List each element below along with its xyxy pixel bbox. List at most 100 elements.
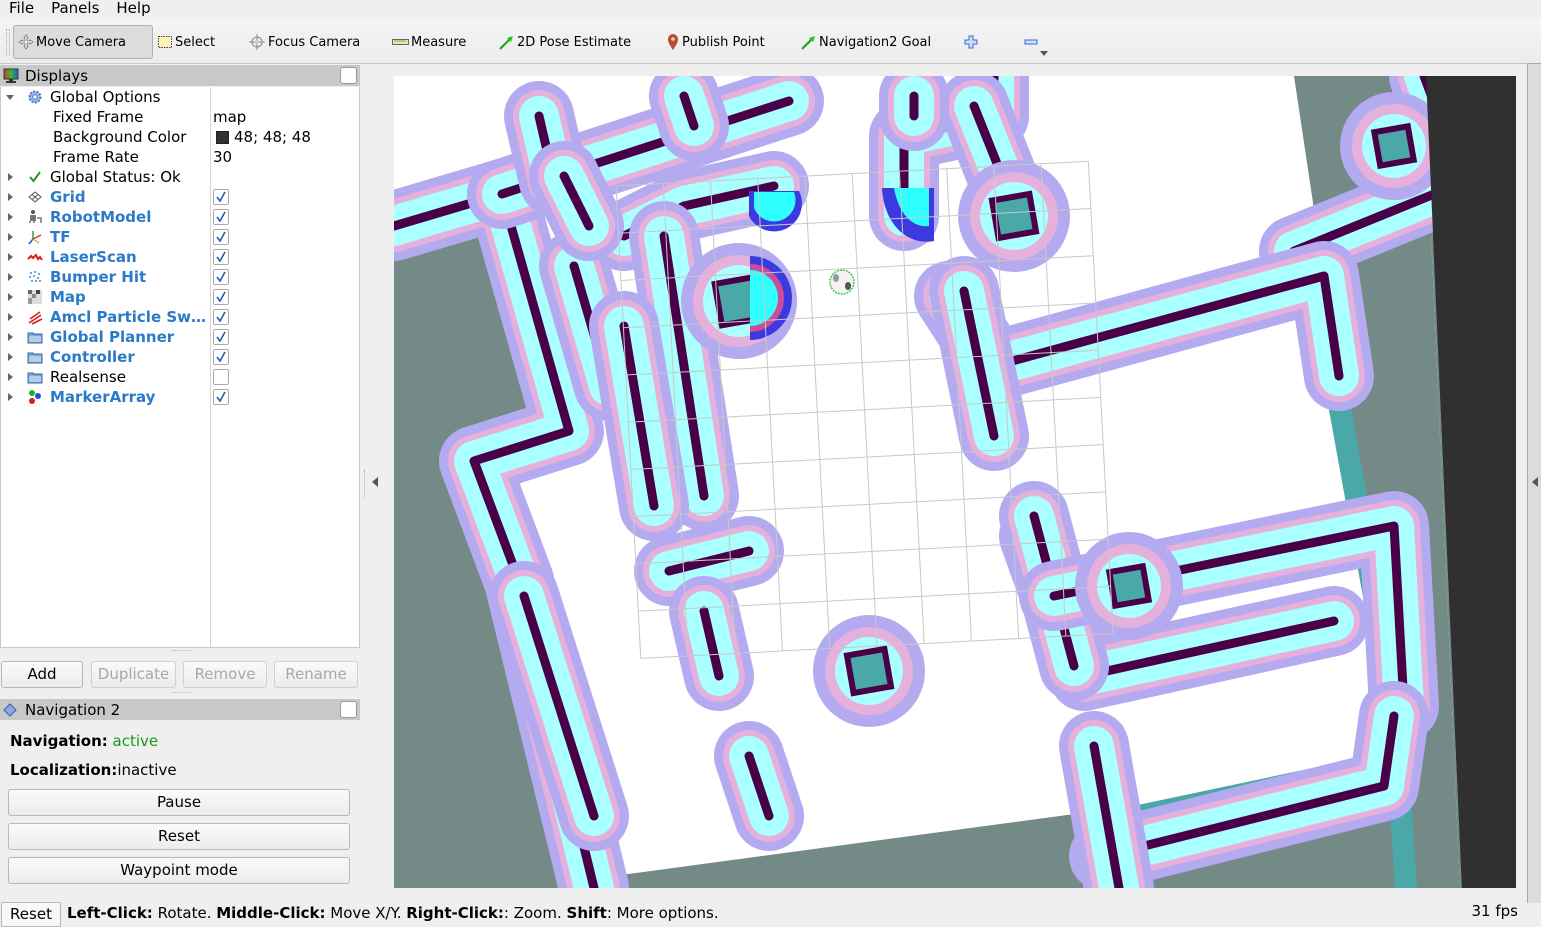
duplicate-display-button[interactable]: Duplicate (91, 661, 176, 688)
menu-file[interactable]: File (0, 0, 42, 19)
expand-arrow-icon[interactable] (8, 173, 13, 181)
pose-arrow-icon (499, 35, 513, 50)
frame-rate-value[interactable]: 30 (213, 147, 232, 167)
tool-label: Focus Camera (268, 34, 361, 50)
display-label: TF (50, 228, 71, 246)
display-row-markerarray[interactable]: MarkerArray (1, 387, 359, 407)
expand-arrow-icon[interactable] (8, 333, 13, 341)
display-label: MarkerArray (50, 388, 156, 406)
nav2-diamond-icon (3, 702, 17, 717)
display-row-map[interactable]: Map (1, 287, 359, 307)
display-enabled-checkbox[interactable] (213, 369, 229, 385)
display-row-global-planner[interactable]: Global Planner (1, 327, 359, 347)
expand-arrow-icon[interactable] (8, 293, 13, 301)
display-enabled-checkbox[interactable] (213, 389, 229, 405)
tool-label: 2D Pose Estimate (517, 34, 632, 50)
tool-measure[interactable]: Measure (392, 25, 466, 59)
expand-arrow-icon[interactable] (8, 213, 13, 221)
render-viewport[interactable] (394, 76, 1516, 888)
select-icon (158, 36, 172, 48)
displays-float-checkbox[interactable] (340, 67, 357, 84)
toolbar-overflow-chevron-icon[interactable] (1040, 51, 1048, 56)
display-enabled-checkbox[interactable] (213, 289, 229, 305)
expand-arrow-icon[interactable] (6, 95, 14, 100)
display-row-tf[interactable]: TF (1, 227, 359, 247)
display-row-bumper-hit[interactable]: Bumper Hit (1, 267, 359, 287)
tool-navigation2-goal[interactable]: Navigation2 Goal (800, 25, 931, 59)
expand-arrow-icon[interactable] (8, 233, 13, 241)
collapse-left-icon (372, 477, 378, 487)
tool-publish-point[interactable]: Publish Point (666, 25, 765, 59)
display-label: Amcl Particle Sw… (50, 308, 207, 326)
tree-label: Frame Rate (53, 148, 139, 166)
display-row-laserscan[interactable]: LaserScan (1, 247, 359, 267)
gear-icon (28, 90, 42, 104)
expand-arrow-icon[interactable] (8, 193, 13, 201)
display-enabled-checkbox[interactable] (213, 209, 229, 225)
display-label: RobotModel (50, 208, 152, 226)
add-display-button[interactable]: Add (1, 661, 83, 688)
measure-icon (392, 39, 409, 45)
expand-arrow-icon[interactable] (8, 393, 13, 401)
monitor-icon (3, 68, 19, 83)
tree-row-fixed-frame[interactable]: Fixed Frame map (1, 107, 359, 127)
display-enabled-checkbox[interactable] (213, 329, 229, 345)
toolbar-grip[interactable] (6, 29, 10, 55)
point-cloud-icon (29, 271, 41, 282)
display-row-amcl-particle-sw[interactable]: Amcl Particle Sw… (1, 307, 359, 327)
display-row-grid[interactable]: Grid (1, 187, 359, 207)
nav-reset-button[interactable]: Reset (8, 823, 350, 850)
display-label: Controller (50, 348, 135, 366)
display-enabled-checkbox[interactable] (213, 189, 229, 205)
left-dock-collapse-handle[interactable] (364, 65, 386, 900)
add-tool-button[interactable] (964, 25, 980, 59)
move-camera-icon (18, 34, 34, 50)
expand-arrow-icon[interactable] (8, 273, 13, 281)
folder-icon (27, 372, 43, 384)
navigation-value: active (112, 732, 159, 750)
display-enabled-checkbox[interactable] (213, 349, 229, 365)
tree-row-global-options[interactable]: Global Options (1, 87, 359, 107)
tool-label: Navigation2 Goal (819, 34, 932, 50)
splitter-dots (364, 470, 366, 498)
display-enabled-checkbox[interactable] (213, 249, 229, 265)
expand-arrow-icon[interactable] (8, 313, 13, 321)
rename-display-button[interactable]: Rename (274, 661, 358, 688)
localization-value: inactive (117, 761, 177, 779)
expand-arrow-icon[interactable] (8, 253, 13, 261)
display-enabled-checkbox[interactable] (213, 229, 229, 245)
display-enabled-checkbox[interactable] (213, 269, 229, 285)
display-row-robotmodel[interactable]: RobotModel (1, 207, 359, 227)
tree-row-global-status[interactable]: Global Status: Ok (1, 167, 359, 187)
background-color-value[interactable]: 48; 48; 48 (234, 127, 311, 147)
menu-panels[interactable]: Panels (42, 0, 107, 19)
left-dock: Displays Global Options Fixed Frame map … (0, 65, 360, 900)
tool-move-camera[interactable]: Move Camera (13, 25, 153, 59)
menu-help[interactable]: Help (107, 0, 158, 19)
hint-key: Shift (566, 904, 607, 922)
display-enabled-checkbox[interactable] (213, 309, 229, 325)
particle-swarm-icon (28, 311, 43, 325)
display-row-controller[interactable]: Controller (1, 347, 359, 367)
expand-arrow-icon[interactable] (8, 373, 13, 381)
splitter-handle[interactable] (172, 650, 192, 652)
tool-2d-pose-estimate[interactable]: 2D Pose Estimate (498, 25, 631, 59)
view-reset-button[interactable]: Reset (1, 902, 61, 927)
right-dock-collapse-handle[interactable] (1527, 63, 1541, 903)
waypoint-mode-button[interactable]: Waypoint mode (8, 857, 350, 884)
display-row-realsense[interactable]: Realsense (1, 367, 359, 387)
color-swatch[interactable] (216, 131, 229, 144)
tree-row-frame-rate[interactable]: Frame Rate 30 (1, 147, 359, 167)
tree-row-background-color[interactable]: Background Color 48; 48; 48 (1, 127, 359, 147)
tool-select[interactable]: Select (157, 25, 215, 59)
tool-focus-camera[interactable]: Focus Camera (248, 25, 360, 59)
pause-button[interactable]: Pause (8, 789, 350, 816)
splitter-handle[interactable] (172, 692, 192, 694)
remove-tool-button[interactable] (1024, 25, 1040, 59)
goal-arrow-icon (801, 35, 815, 50)
nav2-float-checkbox[interactable] (340, 701, 357, 718)
remove-display-button[interactable]: Remove (183, 661, 267, 688)
pillar-core-3 (1112, 569, 1146, 603)
expand-arrow-icon[interactable] (8, 353, 13, 361)
fixed-frame-value[interactable]: map (213, 107, 246, 127)
